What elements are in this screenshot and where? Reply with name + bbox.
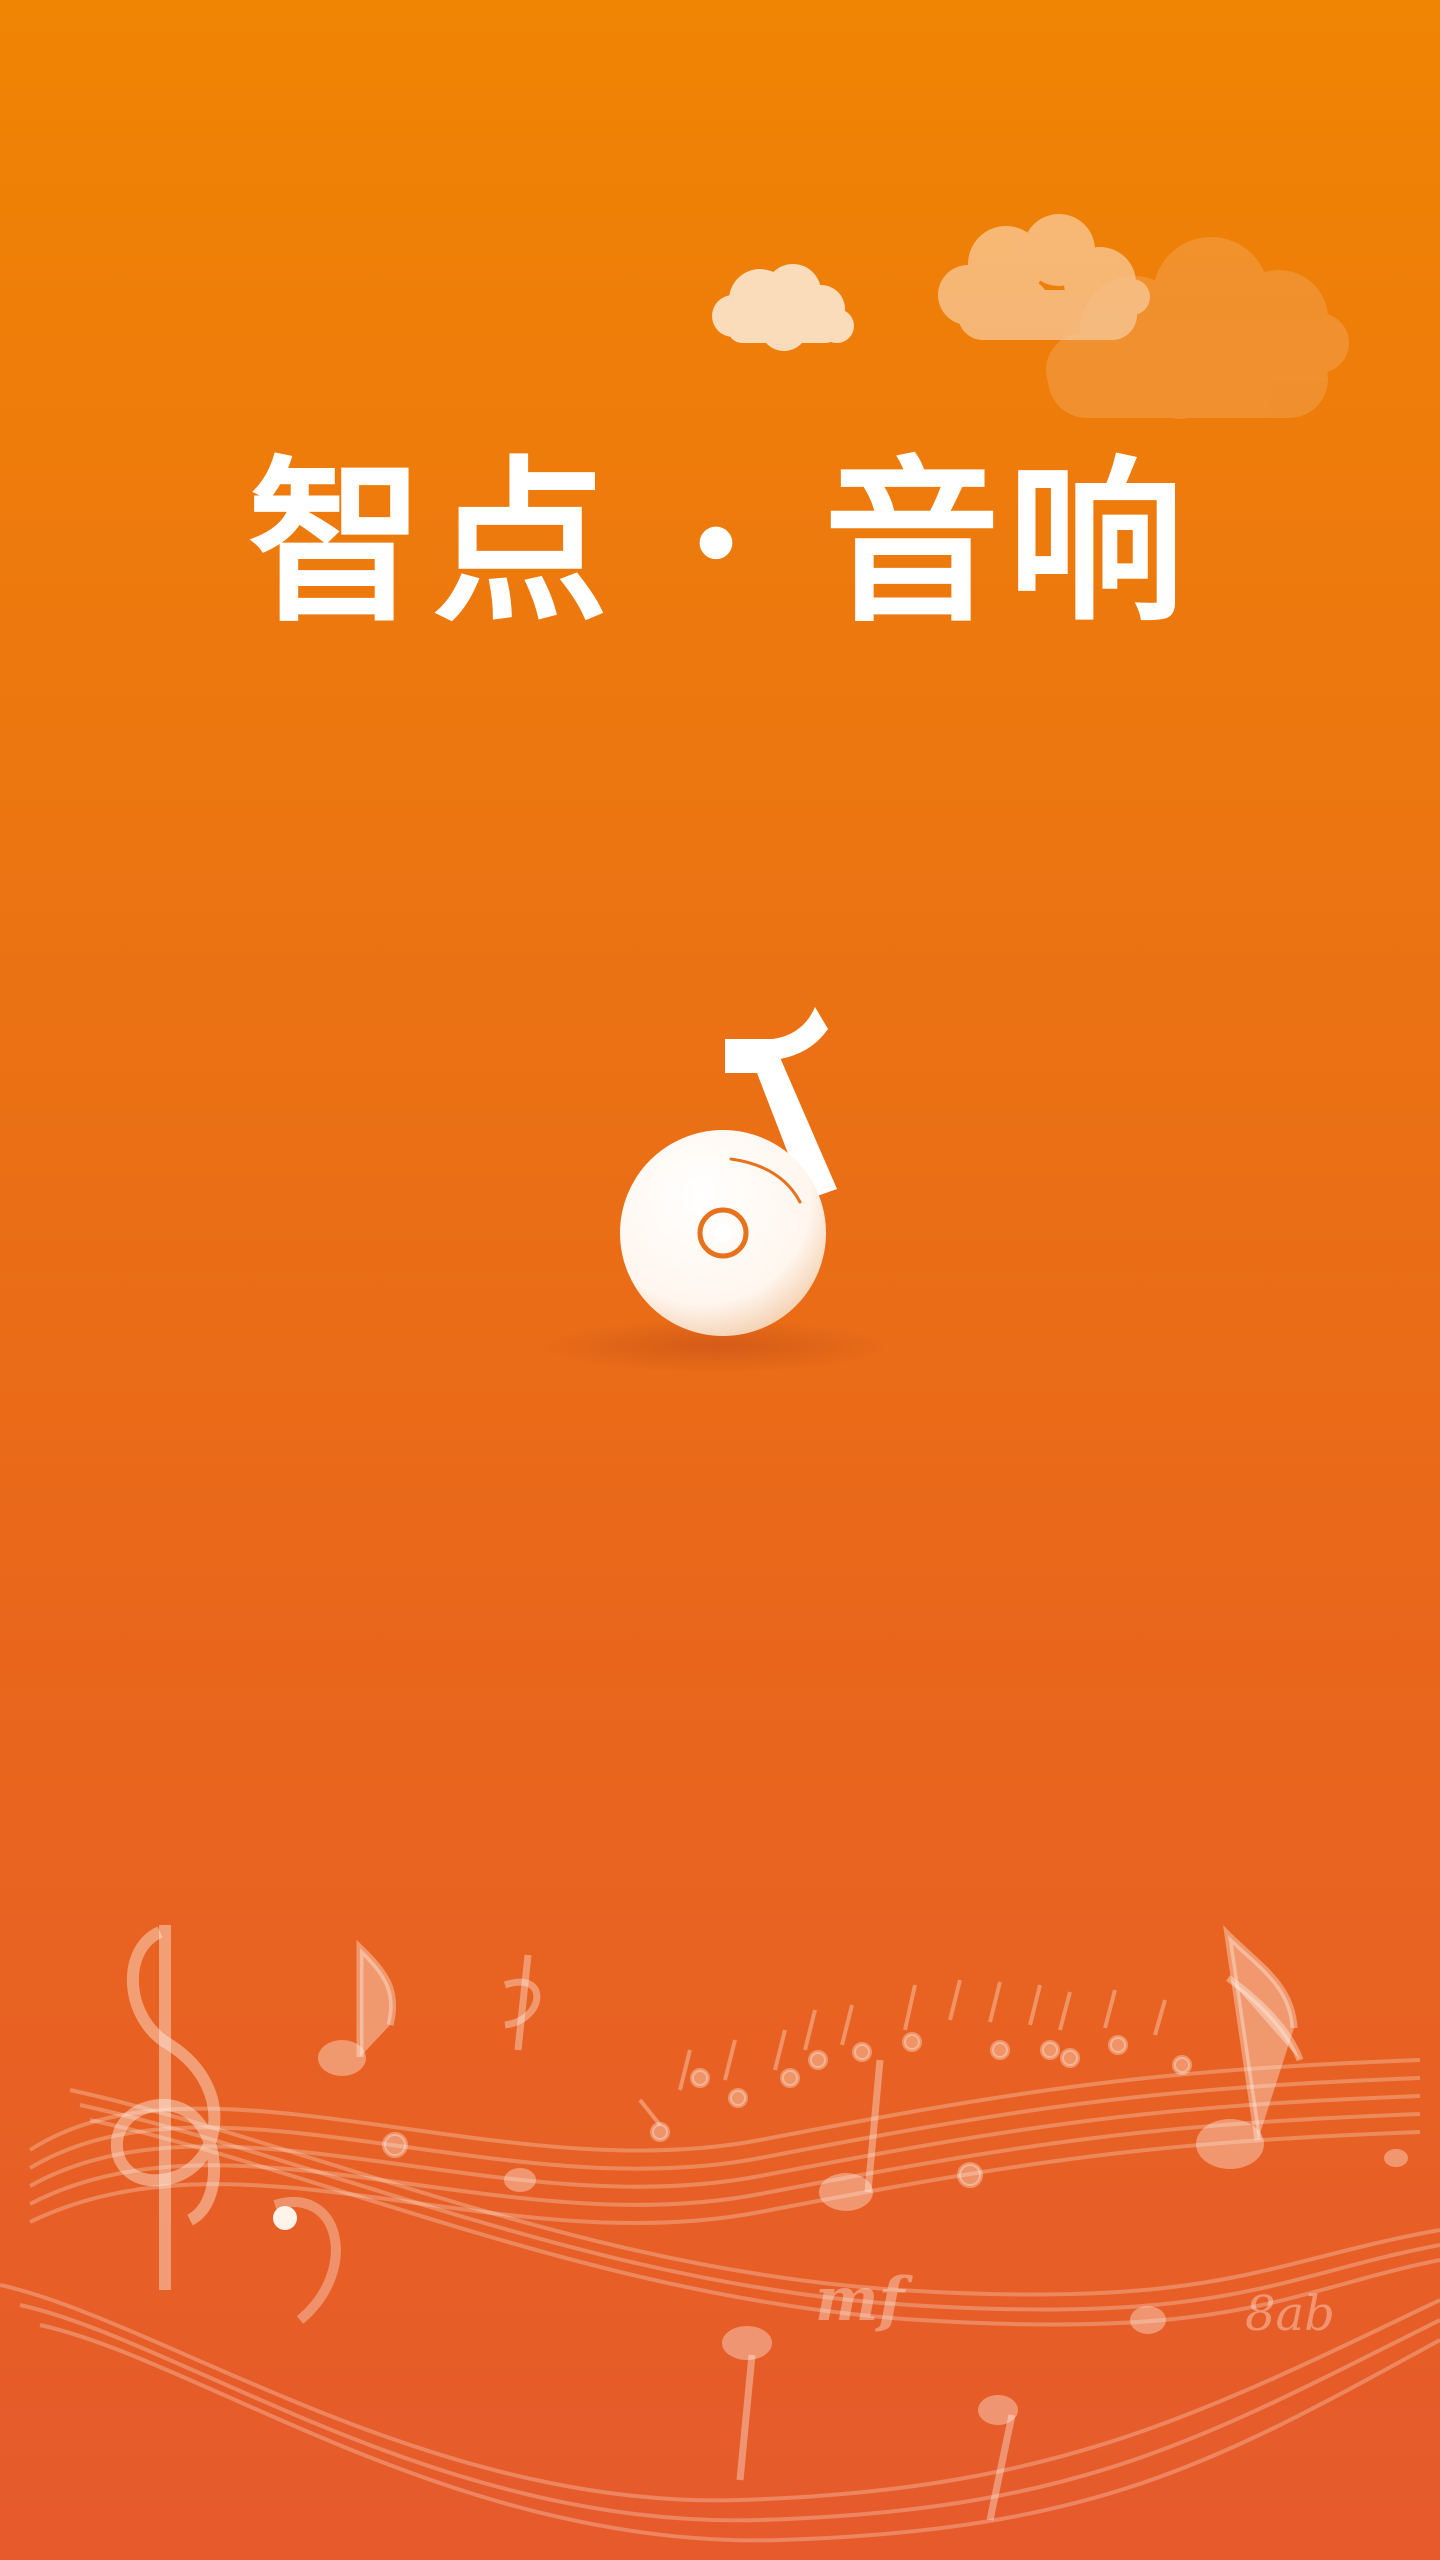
note-icons bbox=[318, 1925, 1408, 2521]
cloud-icon bbox=[712, 264, 854, 351]
dynamic-mark: mf bbox=[815, 2265, 913, 2335]
bass-clef-icon bbox=[273, 2197, 341, 2324]
app-title: 智点 · 音响 bbox=[248, 439, 1192, 646]
music-note-disc-icon bbox=[543, 1007, 887, 1372]
splash-screen: 智点 · 音响 mf 8ab bbox=[0, 0, 1440, 2560]
note-flag bbox=[748, 1007, 828, 1061]
chord-text: 8ab bbox=[1245, 2286, 1335, 2342]
clouds-decoration bbox=[712, 214, 1349, 419]
small-note-icons bbox=[382, 1979, 1192, 2188]
music-staff-decoration: mf 8ab bbox=[0, 1925, 1440, 2543]
